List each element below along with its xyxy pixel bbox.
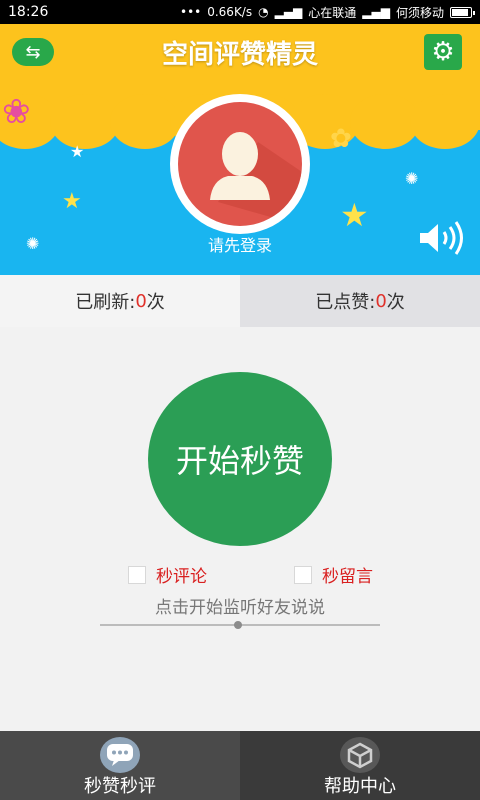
star-icon: ✺ bbox=[405, 169, 419, 188]
tab-refreshed[interactable]: 已刷新: 0 次 bbox=[0, 275, 240, 327]
login-prompt[interactable]: 请先登录 bbox=[0, 232, 480, 256]
speaker-icon[interactable] bbox=[418, 220, 466, 256]
message-option[interactable]: 秒留言 bbox=[294, 562, 373, 587]
chat-bubble-icon bbox=[100, 737, 140, 773]
dots-icon: ••• bbox=[179, 5, 202, 19]
comment-checkbox[interactable] bbox=[128, 565, 146, 584]
gear-icon: ⚙ bbox=[431, 37, 455, 67]
stats-tabs: 已刷新: 0 次 已点赞: 0 次 bbox=[0, 275, 480, 327]
refreshed-count: 0 bbox=[135, 290, 147, 312]
carrier-2: 何须移动 bbox=[395, 5, 444, 20]
comment-option[interactable]: 秒评论 bbox=[128, 562, 207, 587]
nav-label-like-comment: 秒赞秒评 bbox=[84, 776, 156, 797]
signal-icon: ▂▄▆ bbox=[274, 5, 303, 19]
hint-text: 点击开始监听好友说说 bbox=[155, 598, 325, 618]
network-speed: 0.66K/s bbox=[207, 5, 253, 19]
help-box-icon bbox=[340, 737, 380, 773]
butterfly-icon: ❀ bbox=[2, 92, 31, 132]
start-like-button[interactable]: 开始秒赞 bbox=[148, 372, 332, 546]
nav-item-help[interactable]: 帮助中心 bbox=[240, 731, 480, 800]
swap-account-button[interactable]: ⇆ bbox=[12, 38, 54, 66]
liked-unit: 次 bbox=[386, 292, 405, 313]
bottom-nav: 秒赞秒评 帮助中心 bbox=[0, 731, 480, 800]
status-time: 18:26 bbox=[8, 4, 49, 20]
butterfly-icon: ✿ bbox=[330, 124, 352, 154]
message-option-label: 秒留言 bbox=[322, 567, 373, 587]
options-row: 秒评论 秒留言 bbox=[0, 562, 480, 588]
refreshed-unit: 次 bbox=[146, 292, 165, 313]
settings-button[interactable]: ⚙ bbox=[424, 34, 462, 70]
battery-icon bbox=[450, 6, 475, 18]
swap-arrows-icon: ⇆ bbox=[25, 41, 41, 63]
liked-count: 0 bbox=[375, 290, 387, 312]
app-title: 空间评赞精灵 bbox=[161, 40, 318, 70]
divider bbox=[100, 621, 380, 629]
refreshed-label: 已刷新: bbox=[75, 292, 136, 313]
nav-label-help: 帮助中心 bbox=[324, 776, 396, 797]
nav-item-like-comment[interactable]: 秒赞秒评 bbox=[0, 731, 240, 800]
carrier-1: 心在联通 bbox=[308, 5, 357, 20]
comment-option-label: 秒评论 bbox=[156, 567, 207, 587]
tab-liked[interactable]: 已点赞: 0 次 bbox=[240, 275, 480, 327]
status-bar: 18:26 ••• 0.66K/s ◔ ▂▄▆ 心在联通 ▂▄▆ 何须移动 bbox=[0, 0, 480, 24]
avatar[interactable] bbox=[170, 94, 310, 234]
wifi-icon: ◔ bbox=[258, 5, 269, 19]
user-silhouette-icon bbox=[210, 132, 302, 226]
signal-icon-2: ▂▄▆ bbox=[362, 5, 390, 19]
liked-label: 已点赞: bbox=[315, 292, 376, 313]
star-icon: ★ bbox=[70, 142, 85, 161]
message-checkbox[interactable] bbox=[294, 565, 312, 584]
star-icon: ★ bbox=[340, 196, 369, 234]
star-icon: ★ bbox=[62, 189, 82, 214]
header-banner: ★ ★ ★ ✺ ✺ ✿ ❀ 空间评赞精灵 ⇆ ⚙ 请先登录 bbox=[0, 24, 480, 275]
